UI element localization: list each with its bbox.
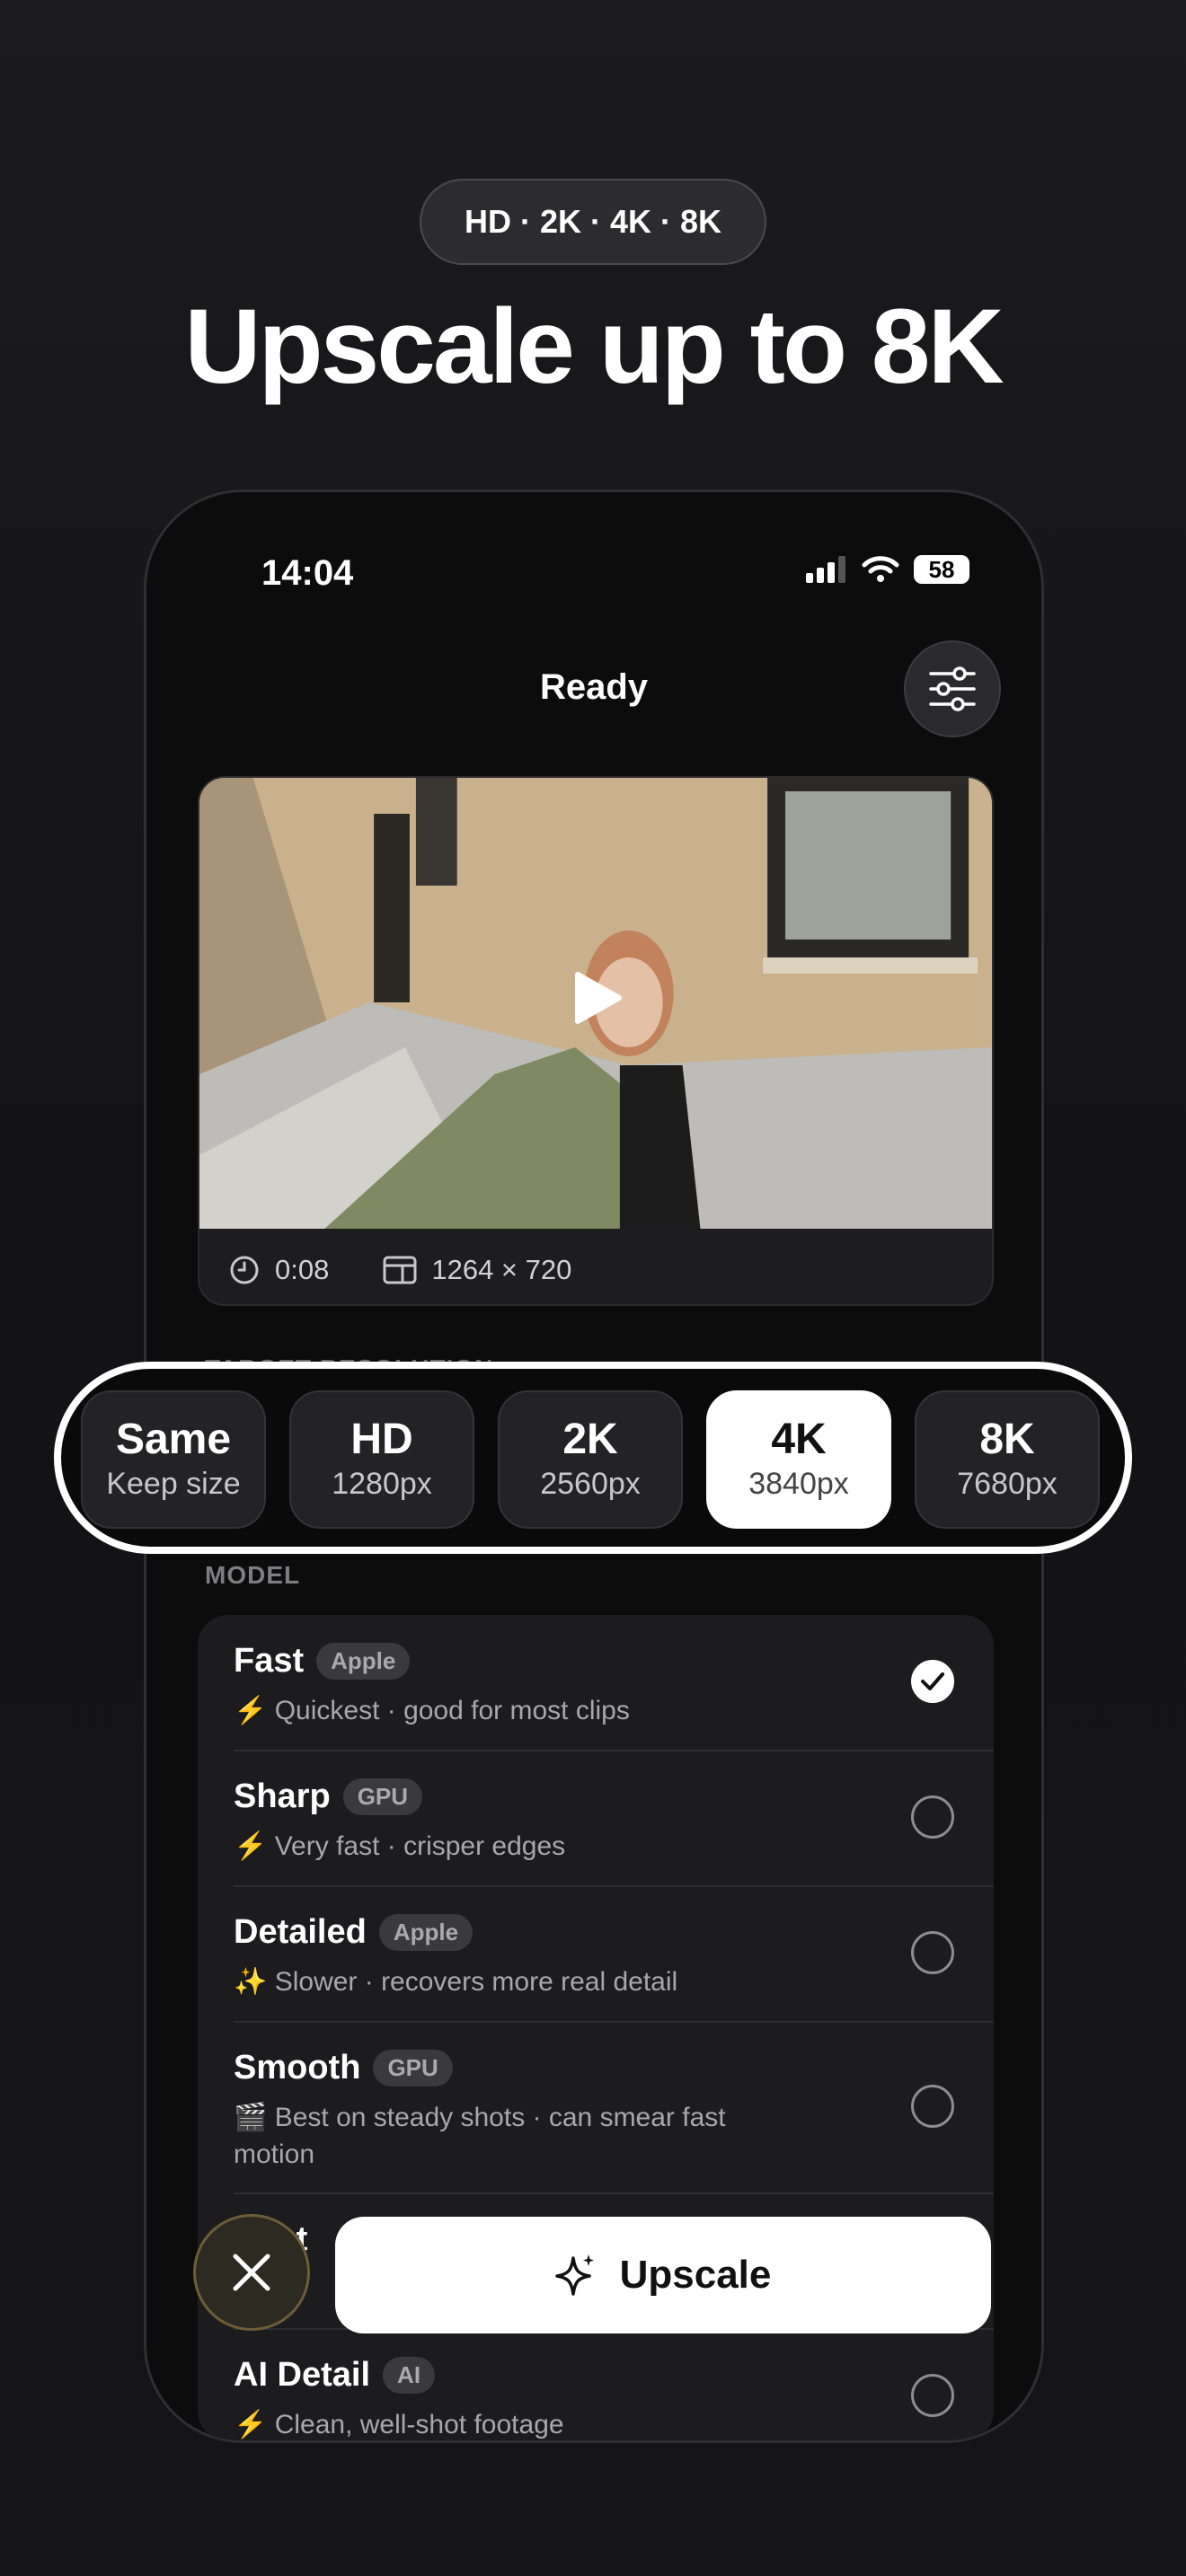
model-desc: ⚡ Clean, well-shot footage: [234, 2406, 791, 2440]
status-icons: 58: [806, 555, 969, 584]
resolution-option-sub: 7680px: [957, 1467, 1058, 1501]
resolution-option-label: 8K: [979, 1416, 1035, 1463]
model-tag: Apple: [378, 1914, 474, 1951]
model-name: Detailed Apple: [234, 1913, 474, 1952]
resolution-option-2k[interactable]: 2K 2560px: [498, 1390, 683, 1529]
resolution-option-sub: 2560px: [540, 1467, 641, 1501]
model-name: Smooth GPU: [234, 2049, 453, 2087]
model-row-smooth[interactable]: Smooth GPU 🎬 Best on steady shots · can …: [234, 2022, 994, 2194]
status-time: 14:04: [261, 553, 354, 593]
video-card: 0:08 1264 × 720: [198, 776, 994, 1306]
model-row-fast[interactable]: Fast Apple ⚡ Quickest · good for most cl…: [234, 1615, 994, 1751]
resolution-option-4k[interactable]: 4K 3840px: [706, 1390, 891, 1529]
sparkles-icon: ✨: [234, 1967, 268, 1997]
model-title: Smooth: [234, 2049, 361, 2086]
resolution-option-hd[interactable]: HD 1280px: [289, 1390, 474, 1529]
video-duration: 0:08: [275, 1254, 330, 1285]
model-tag: GPU: [373, 2050, 453, 2086]
resolution-option-label: 4K: [771, 1416, 827, 1463]
model-tag: AI: [383, 2357, 436, 2394]
upscale-label: Upscale: [619, 2253, 772, 2297]
model-desc: ⚡ Very fast · crisper edges: [234, 1828, 791, 1865]
model-title: Sharp: [234, 1778, 331, 1815]
status-bar: 14:04 58: [146, 492, 1041, 609]
pill-text: HD · 2K · 4K · 8K: [464, 203, 722, 240]
model-name: AI Detail AI: [234, 2356, 436, 2395]
resolution-option-same[interactable]: Same Keep size: [81, 1390, 266, 1529]
model-tag: Apple: [316, 1643, 411, 1680]
model-row-detailed[interactable]: Detailed Apple ✨ Slower · recovers more …: [234, 1886, 994, 2023]
model-radio[interactable]: [911, 1931, 954, 1974]
resolution-option-label: HD: [350, 1416, 413, 1463]
model-desc: 🎬 Best on steady shots · can smear fast …: [234, 2099, 791, 2173]
model-desc-text: Best on steady shots · can smear fast mo…: [234, 2103, 726, 2169]
headline: Upscale up to 8K: [184, 287, 1004, 406]
clapper-icon: 🎬: [234, 2103, 268, 2132]
play-icon[interactable]: [572, 971, 623, 1025]
close-icon: [233, 2254, 270, 2291]
model-row-ai-detail[interactable]: AI Detail AI ⚡ Clean, well-shot footage: [234, 2329, 994, 2440]
model-label: MODEL: [205, 1561, 301, 1589]
model-desc-text: Very fast · crisper edges: [274, 1831, 566, 1861]
resolution-option-sub: 1280px: [332, 1467, 432, 1501]
model-name: Fast Apple: [234, 1642, 411, 1681]
battery-level: 58: [928, 555, 955, 583]
resolution-option-8k[interactable]: 8K 7680px: [915, 1390, 1100, 1529]
checkmark-icon: [921, 1672, 944, 1690]
model-name: Sharp GPU: [234, 1778, 423, 1816]
model-desc: ⚡ Quickest · good for most clips: [234, 1692, 791, 1729]
model-tag: GPU: [342, 1778, 423, 1815]
model-radio[interactable]: [911, 1795, 954, 1839]
battery-icon: 58: [914, 555, 969, 584]
resolution-option-label: 2K: [562, 1416, 618, 1463]
sparkle-icon: [554, 2254, 594, 2296]
model-row-sharp[interactable]: Sharp GPU ⚡ Very fast · crisper edges: [234, 1751, 994, 1887]
model-desc-text: Quickest · good for most clips: [274, 1696, 630, 1725]
model-radio[interactable]: [911, 2085, 954, 2128]
settings-button[interactable]: [904, 640, 1001, 737]
model-title: AI Detail: [234, 2356, 371, 2394]
model-radio-selected[interactable]: [911, 1660, 954, 1703]
model-desc-text: Slower · recovers more real detail: [274, 1967, 678, 1997]
sliders-icon: [929, 666, 976, 711]
model-radio[interactable]: [911, 2374, 954, 2417]
model-desc-text: Clean, well-shot footage: [274, 2410, 564, 2439]
video-dimensions: 1264 × 720: [431, 1254, 572, 1285]
resolution-option-label: Same: [115, 1416, 232, 1463]
resolution-selector: Same Keep size HD 1280px 2K 2560px 4K 38…: [54, 1362, 1132, 1554]
clock-icon: [230, 1256, 259, 1284]
model-desc: ✨ Slower · recovers more real detail: [234, 1963, 791, 2000]
lightning-icon: ⚡: [234, 2410, 268, 2439]
dimensions-icon: [383, 1256, 417, 1284]
model-title: Fast: [234, 1642, 305, 1680]
cancel-button[interactable]: [193, 2214, 310, 2331]
upscale-button[interactable]: Upscale: [335, 2217, 991, 2333]
lightning-icon: ⚡: [234, 1831, 268, 1861]
model-title: Detailed: [234, 1913, 367, 1951]
lightning-icon: ⚡: [234, 1696, 268, 1725]
wifi-icon: [862, 556, 899, 582]
video-meta: 0:08 1264 × 720: [228, 1254, 571, 1286]
resolution-pill: HD · 2K · 4K · 8K: [420, 179, 766, 265]
resolution-option-sub: Keep size: [106, 1467, 241, 1501]
resolution-option-sub: 3840px: [748, 1467, 849, 1501]
signal-icon: [806, 556, 845, 583]
